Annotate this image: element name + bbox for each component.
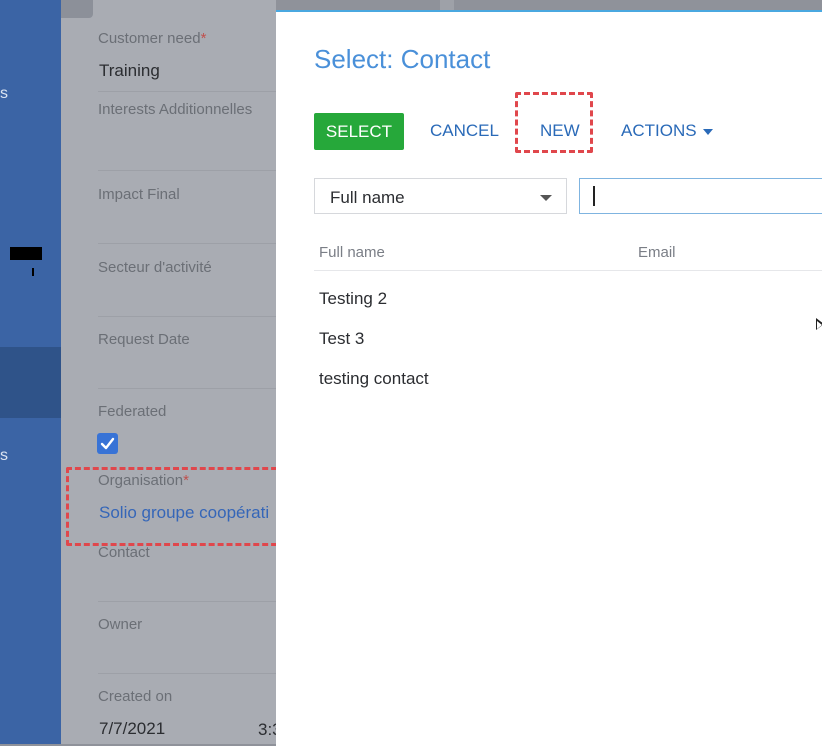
divider (98, 170, 277, 171)
table-row[interactable]: testing contact (319, 369, 429, 389)
divider (98, 91, 277, 92)
actions-button[interactable]: ACTIONS (621, 121, 713, 141)
cancel-button[interactable]: CANCEL (430, 121, 499, 141)
dialog-title: Select: Contact (314, 44, 491, 74)
organisation-highlight-box (66, 467, 286, 546)
chevron-down-icon (540, 195, 552, 201)
table-row[interactable]: Testing 2 (319, 289, 387, 309)
header-divider (314, 270, 822, 271)
field-label-created-on: Created on (98, 688, 173, 705)
divider (98, 243, 277, 244)
top-bar-strip (440, 0, 454, 10)
redaction-block (10, 247, 42, 260)
filter-column-select[interactable]: Full name (314, 178, 567, 214)
field-label-contact: Contact (98, 544, 150, 561)
divider (98, 673, 277, 674)
checkmark-icon (100, 437, 115, 450)
field-label-impact-final: Impact Final (98, 186, 180, 203)
new-button-highlight-box (515, 92, 593, 153)
chevron-down-icon (702, 128, 713, 135)
search-input[interactable] (579, 178, 822, 214)
field-label-sector: Secteur d'activité (98, 259, 212, 276)
field-label-federated: Federated (98, 403, 167, 420)
select-button[interactable]: SELECT (314, 113, 404, 150)
sidebar-label-fragment[interactable]: s (0, 447, 8, 465)
field-label-request-date: Request Date (98, 331, 190, 348)
table-row[interactable]: Test 3 (319, 329, 364, 349)
field-label-customer-need: Customer need* (98, 30, 207, 47)
column-header-full-name[interactable]: Full name (319, 244, 385, 261)
text-cursor (593, 186, 595, 206)
field-label-interests: Interests Additionnelles (98, 101, 253, 118)
collapse-tab[interactable] (61, 0, 93, 18)
redaction-mark (32, 268, 34, 276)
sidebar-label-fragment[interactable]: s (0, 85, 8, 103)
field-value-created-on: 7/7/2021 (99, 719, 166, 738)
record-form: Customer need* Training Interests Additi… (61, 0, 277, 744)
app-sidebar: s s (0, 0, 61, 744)
divider (98, 316, 277, 317)
filter-column-value: Full name (330, 188, 405, 207)
divider (98, 388, 277, 389)
field-value-created-time: 3:3 (258, 720, 277, 739)
mouse-pointer-fill (817, 321, 822, 329)
field-label-owner: Owner (98, 616, 143, 633)
top-bar (276, 0, 822, 10)
sidebar-active-item[interactable] (0, 347, 61, 418)
field-value-customer-need[interactable]: Training (99, 61, 160, 81)
federated-checkbox[interactable] (97, 433, 118, 454)
column-header-email[interactable]: Email (638, 244, 676, 261)
divider (98, 601, 277, 602)
